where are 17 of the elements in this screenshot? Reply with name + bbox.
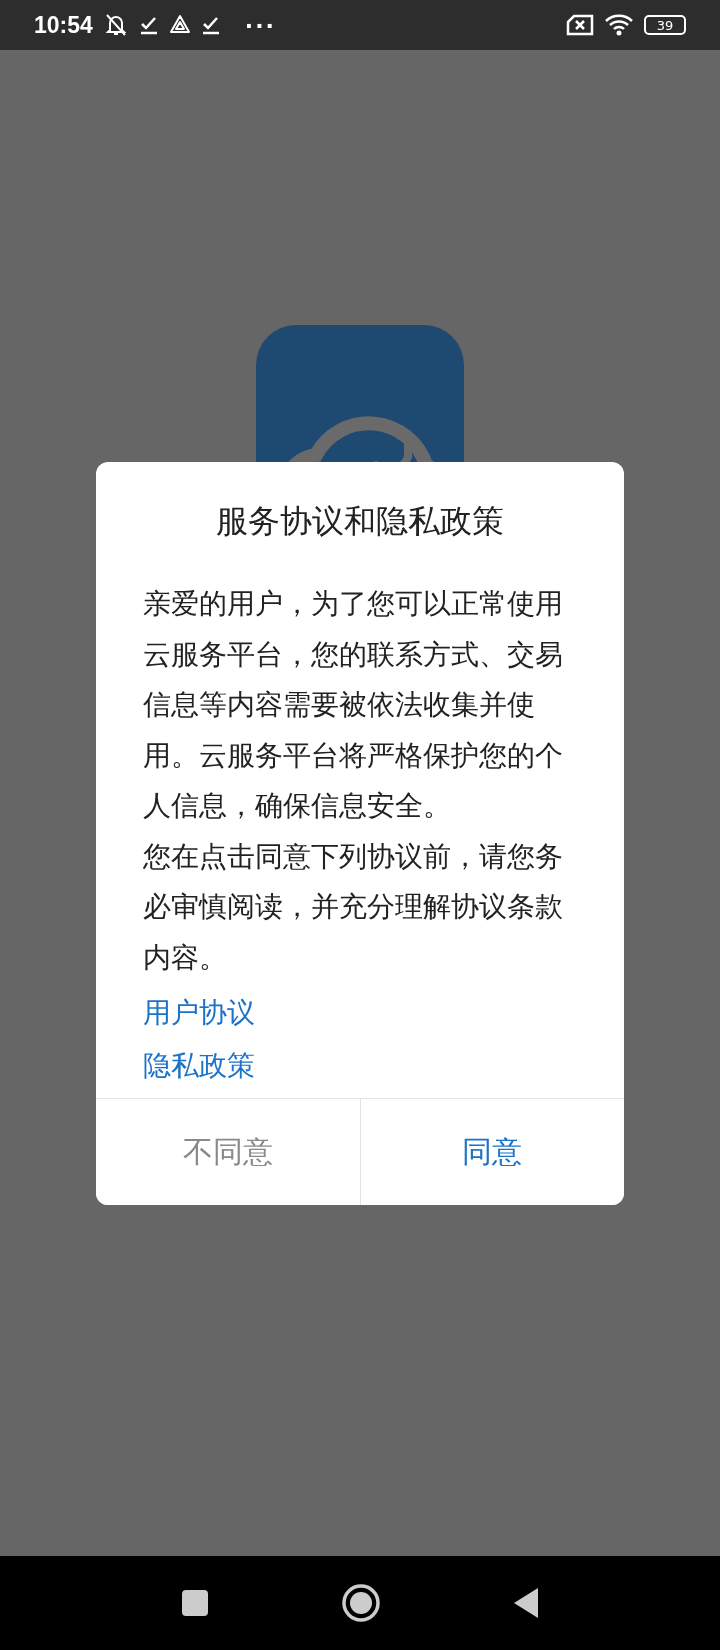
battery-level: 39: [644, 15, 686, 35]
agreement-link[interactable]: 隐私政策: [143, 1039, 255, 1092]
home-icon[interactable]: [340, 1583, 381, 1623]
no-sim-icon: [566, 14, 594, 36]
dialog-title: 服务协议和隐私政策: [215, 501, 505, 542]
wifi-icon: [604, 13, 634, 37]
check-icon: [138, 15, 159, 35]
back-icon[interactable]: [512, 1586, 540, 1620]
check-icon: [200, 15, 221, 35]
dialog-text: 您在点击同意下列协议前，请您务必审慎阅读，并充分理解协议条款内容。: [143, 838, 564, 975]
more-notifications: ···: [244, 12, 276, 38]
clock: 10:54: [34, 11, 93, 39]
triangle-icon: [168, 14, 191, 36]
recents-icon[interactable]: [181, 1589, 209, 1617]
agree-button[interactable]: 同意: [359, 1099, 624, 1205]
agreement-link[interactable]: 用户协议: [143, 986, 255, 1039]
dialog-text: 亲爱的用户，为了您可以正常使用云服务平台，您的联系方式、交易信息等内容需要被依法收集并使用。云服务平台将严格保护您的个人信息，确保信息安全。: [143, 586, 564, 823]
